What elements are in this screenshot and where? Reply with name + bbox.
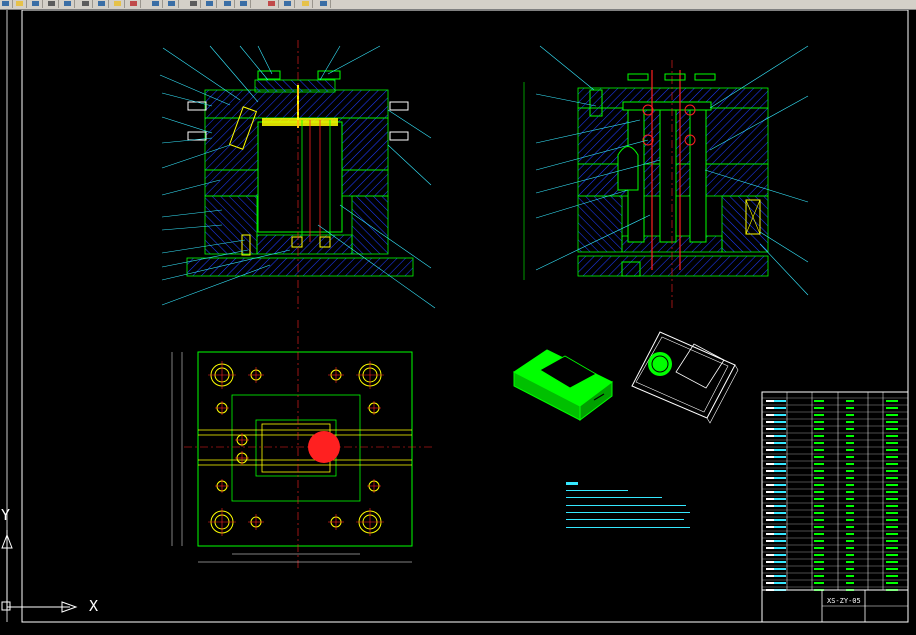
open-icon[interactable]: [14, 0, 27, 8]
ucs-y-label: Y: [1, 506, 11, 524]
bom-table: [762, 397, 908, 591]
product-iso-view-2[interactable]: [631, 331, 739, 424]
design-center-icon[interactable]: [282, 0, 295, 8]
properties-icon[interactable]: [266, 0, 279, 8]
standard-toolbar: [0, 0, 916, 10]
zoom-window-icon[interactable]: [222, 0, 235, 8]
match-icon[interactable]: [128, 0, 141, 8]
copy-icon[interactable]: [96, 0, 109, 8]
cut-icon[interactable]: [80, 0, 93, 8]
model-space[interactable]: [0, 9, 916, 631]
drawing-canvas[interactable]: X Y XS-ZY-05: [0, 9, 916, 631]
front-section-view[interactable]: [186, 40, 414, 310]
plan-view-holes: [208, 361, 384, 536]
tool-palette-icon[interactable]: [300, 0, 313, 8]
preview-icon[interactable]: [62, 0, 75, 8]
pan-icon[interactable]: [188, 0, 201, 8]
undo-icon[interactable]: [150, 0, 163, 8]
ucs-icon: [1, 530, 78, 613]
title-block[interactable]: [761, 391, 909, 623]
side-section-view[interactable]: [523, 60, 769, 310]
plan-view[interactable]: [171, 320, 432, 570]
zoom-previous-icon[interactable]: [238, 0, 251, 8]
drawing-number: XS-ZY-05: [827, 597, 861, 605]
sheet-border: [21, 9, 909, 623]
redo-icon[interactable]: [166, 0, 179, 8]
print-icon[interactable]: [46, 0, 59, 8]
new-icon[interactable]: [0, 0, 13, 8]
save-icon[interactable]: [30, 0, 43, 8]
help-icon[interactable]: [318, 0, 331, 8]
paste-icon[interactable]: [112, 0, 125, 8]
ucs-x-label: X: [89, 597, 99, 615]
zoom-icon[interactable]: [204, 0, 217, 8]
product-iso-view-1[interactable]: [513, 349, 613, 421]
